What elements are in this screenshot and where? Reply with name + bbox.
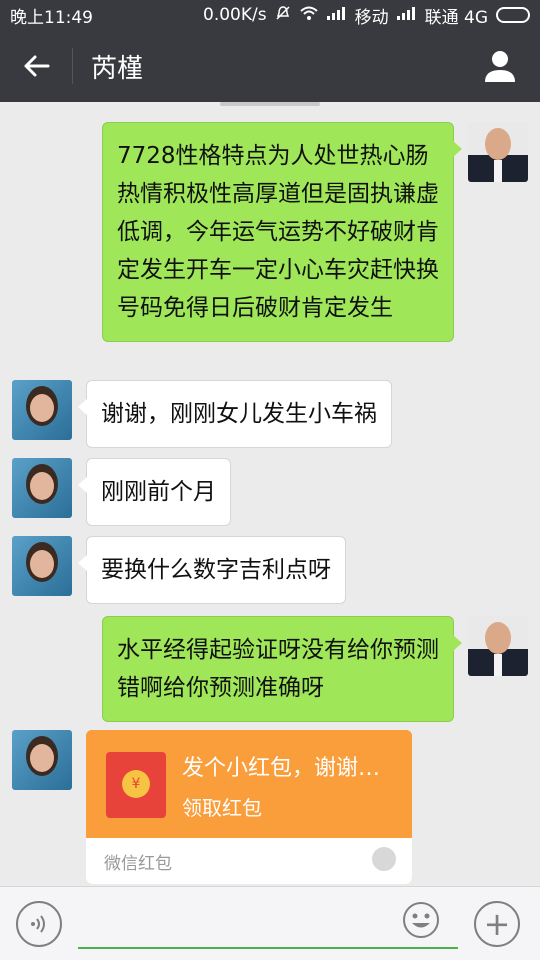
message-bubble-received[interactable]: 谢谢，刚刚女儿发生小车祸 <box>78 380 392 448</box>
my-avatar[interactable] <box>468 616 528 676</box>
network-speed: 0.00K/s <box>203 5 267 25</box>
emoji-icon <box>403 902 439 938</box>
header-divider <box>72 48 73 84</box>
my-avatar[interactable] <box>468 122 528 182</box>
person-icon <box>485 51 515 82</box>
signal-icon <box>326 6 347 24</box>
status-indicators: 0.00K/s 移动 联通 4G <box>203 3 530 28</box>
red-packet-label: 微信红包 <box>104 854 172 874</box>
red-packet-action: 领取红包 <box>182 796 262 820</box>
message-row: 要换什么数字吉利点呀 <box>0 536 540 604</box>
status-time: 晚上11:49 <box>10 7 93 28</box>
arrow-left-icon <box>24 55 50 77</box>
message-row: 水平经得起验证呀没有给你预测错啊给你预测准确呀 <box>0 616 540 722</box>
emoji-button[interactable] <box>402 901 440 939</box>
title-bar: 芮槿 <box>0 30 540 102</box>
carrier-1: 移动 <box>354 7 389 28</box>
mute-alarm-icon <box>275 5 291 25</box>
contact-avatar[interactable] <box>12 458 72 518</box>
contact-avatar[interactable] <box>12 536 72 596</box>
chat-title: 芮槿 <box>91 53 144 84</box>
contact-avatar[interactable] <box>12 380 72 440</box>
message-row: 谢谢，刚刚女儿发生小车祸 <box>0 380 540 448</box>
plus-icon: + <box>483 905 511 943</box>
signal-icon-2 <box>396 6 417 24</box>
message-row: 7728性格特点为人处世热心肠热情积极性高厚道但是固执谦虚低调，今年运气运势不好… <box>0 122 540 362</box>
chat-area[interactable]: 7728性格特点为人处世热心肠热情积极性高厚道但是固执谦虚低调，今年运气运势不好… <box>0 102 540 886</box>
carrier-2: 联通 4G <box>424 7 488 28</box>
message-row: ¥ 发个小红包，谢谢老… 领取红包 微信红包 <box>0 730 540 886</box>
red-packet-footer: 微信红包 <box>86 838 412 884</box>
input-bar: + <box>0 886 540 960</box>
message-bubble-sent[interactable]: 7728性格特点为人处世热心肠热情积极性高厚道但是固执谦虚低调，今年运气运势不好… <box>102 122 462 342</box>
message-input[interactable] <box>78 905 458 949</box>
profile-button[interactable] <box>460 30 540 102</box>
voice-button[interactable] <box>16 901 62 947</box>
back-button[interactable] <box>0 30 72 102</box>
message-bubble-sent[interactable]: 水平经得起验证呀没有给你预测错啊给你预测准确呀 <box>102 616 462 722</box>
red-packet-title: 发个小红包，谢谢老… <box>182 756 397 781</box>
red-envelope-icon: ¥ <box>106 752 166 818</box>
coin-icon: ¥ <box>122 770 150 798</box>
wechat-pay-icon <box>372 847 396 871</box>
battery-icon <box>496 7 530 23</box>
message-bubble-received[interactable]: 刚刚前个月 <box>78 458 231 526</box>
red-packet[interactable]: ¥ 发个小红包，谢谢老… 领取红包 微信红包 <box>86 730 412 884</box>
message-bubble-received[interactable]: 要换什么数字吉利点呀 <box>78 536 346 604</box>
status-bar: 晚上11:49 0.00K/s 移动 联通 4G <box>0 0 540 30</box>
contact-avatar[interactable] <box>12 730 72 790</box>
message-row: 刚刚前个月 <box>0 458 540 526</box>
voice-icon <box>31 915 45 933</box>
scroll-indicator <box>220 102 320 106</box>
wifi-icon <box>299 5 319 25</box>
plus-button[interactable]: + <box>474 901 520 947</box>
